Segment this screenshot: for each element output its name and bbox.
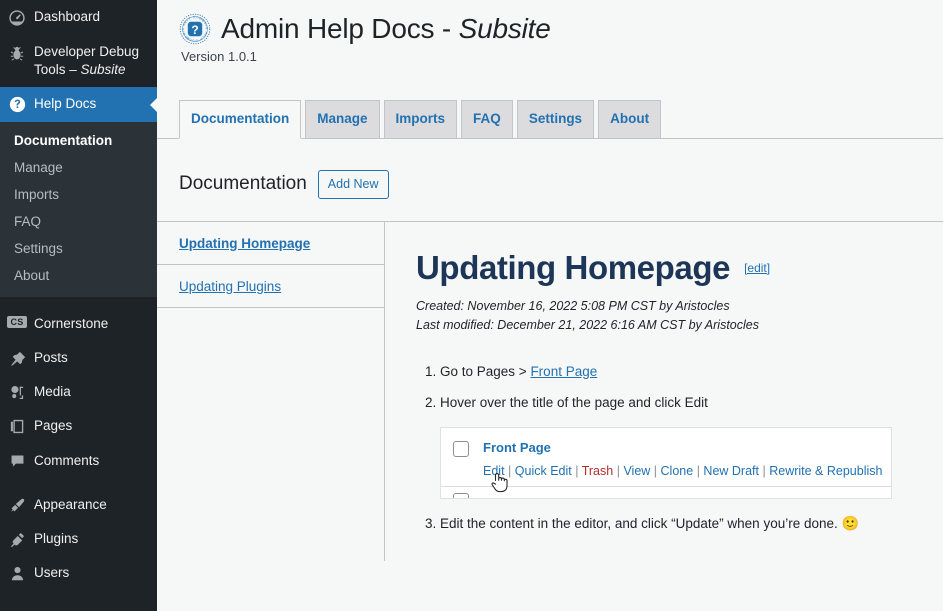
submenu-item-settings[interactable]: Settings bbox=[0, 235, 157, 262]
sidebar-item-cornerstone[interactable]: CS Cornerstone bbox=[0, 307, 157, 341]
admin-help-docs-seal-icon: ADMIN HELP DOCS ADMIN HELP DOCS ? bbox=[179, 13, 211, 45]
section-title: Documentation bbox=[179, 173, 307, 195]
sidebar-item-label: Appearance bbox=[34, 496, 115, 514]
sidebar-item-pages[interactable]: Pages bbox=[0, 409, 157, 443]
sidebar-item-label: Posts bbox=[34, 349, 76, 367]
submenu-item-documentation[interactable]: Documentation bbox=[0, 127, 157, 154]
submenu-item-faq[interactable]: FAQ bbox=[0, 208, 157, 235]
edit-link[interactable]: [edit] bbox=[744, 261, 770, 275]
sidebar-item-label: Plugins bbox=[34, 530, 86, 548]
sidebar-item-label: Dashboard bbox=[34, 8, 108, 26]
page-title: Admin Help Docs - Subsite bbox=[221, 13, 551, 45]
row-action-view[interactable]: View bbox=[623, 464, 650, 478]
action-separator: | bbox=[617, 464, 620, 478]
checkbox-icon-partial bbox=[453, 493, 469, 499]
row-action-edit[interactable]: Edit bbox=[483, 464, 505, 478]
row-action-quick-edit[interactable]: Quick Edit bbox=[515, 464, 572, 478]
step-3: Edit the content in the editor, and clic… bbox=[440, 513, 923, 534]
media-icon bbox=[0, 383, 34, 401]
sidebar-item-label: Users bbox=[34, 564, 77, 582]
embedded-screenshot: Front Page Edit | Quick Edit | Trash | V… bbox=[440, 427, 892, 499]
menu-separator bbox=[0, 297, 157, 307]
plugin-version: Version 1.0.1 bbox=[181, 49, 943, 64]
sidebar-item-label: Developer Debug Tools – Subsite bbox=[34, 43, 157, 79]
cs-badge-icon: CS bbox=[0, 315, 34, 329]
submenu-item-imports[interactable]: Imports bbox=[0, 181, 157, 208]
step-1: Go to Pages > Front Page bbox=[440, 362, 923, 382]
doc-created: Created: November 16, 2022 5:08 PM CST b… bbox=[416, 297, 923, 316]
sidebar-item-label: Comments bbox=[34, 452, 107, 470]
list-item[interactable]: Updating Homepage bbox=[157, 222, 384, 265]
sidebar-item-posts[interactable]: Posts bbox=[0, 341, 157, 375]
documentation-list: Updating Homepage Updating Plugins bbox=[157, 222, 385, 561]
doc-link-updating-plugins[interactable]: Updating Plugins bbox=[179, 279, 281, 294]
sidebar-item-label: Cornerstone bbox=[34, 315, 116, 333]
add-new-button[interactable]: Add New bbox=[318, 170, 389, 199]
plugin-header: ADMIN HELP DOCS ADMIN HELP DOCS ? Admin … bbox=[179, 0, 943, 45]
action-separator: | bbox=[697, 464, 700, 478]
active-menu-arrow-icon bbox=[150, 97, 157, 113]
sidebar-item-label: Help Docs bbox=[34, 95, 104, 113]
sidebar-item-dashboard[interactable]: Dashboard bbox=[0, 0, 157, 35]
sidebar-item-label: Media bbox=[34, 383, 79, 401]
dashboard-icon bbox=[0, 8, 34, 27]
tab-manage[interactable]: Manage bbox=[305, 100, 379, 138]
plug-icon bbox=[0, 530, 34, 548]
list-item[interactable]: Updating Plugins bbox=[157, 265, 384, 308]
sidebar-item-media[interactable]: Media bbox=[0, 375, 157, 409]
action-separator: | bbox=[508, 464, 511, 478]
comment-icon bbox=[0, 452, 34, 470]
action-separator: | bbox=[575, 464, 578, 478]
sidebar-item-help-docs[interactable]: Help Docs bbox=[0, 87, 157, 121]
sidebar-item-users[interactable]: Users bbox=[0, 556, 157, 590]
action-separator: | bbox=[762, 464, 765, 478]
row-action-rewrite-republish[interactable]: Rewrite & Republish bbox=[769, 464, 882, 478]
svg-text:?: ? bbox=[191, 23, 198, 37]
row-actions: Edit | Quick Edit | Trash | View | Clone… bbox=[483, 462, 882, 481]
doc-steps: Go to Pages > Front Page Hover over the … bbox=[416, 362, 923, 535]
smile-emoji-icon: 🙂 bbox=[842, 515, 859, 531]
doc-modified: Last modified: December 21, 2022 6:16 AM… bbox=[416, 316, 923, 335]
bug-icon bbox=[0, 43, 34, 62]
row-divider bbox=[441, 486, 891, 487]
sidebar-item-comments[interactable]: Comments bbox=[0, 444, 157, 478]
row-action-clone[interactable]: Clone bbox=[661, 464, 694, 478]
doc-title: Updating Homepage bbox=[416, 250, 730, 286]
sidebar-item-developer-debug-tools[interactable]: Developer Debug Tools – Subsite bbox=[0, 35, 157, 87]
documentation-panel: Updating Homepage Updating Plugins Updat… bbox=[157, 221, 943, 561]
pushpin-icon bbox=[0, 349, 34, 367]
menu-separator-2 bbox=[0, 478, 157, 488]
doc-meta: Created: November 16, 2022 5:08 PM CST b… bbox=[416, 297, 923, 336]
help-docs-submenu: Documentation Manage Imports FAQ Setting… bbox=[0, 122, 157, 297]
admin-sidebar: Dashboard Developer Debug Tools – Subsit… bbox=[0, 0, 157, 611]
front-page-link[interactable]: Front Page bbox=[530, 364, 597, 379]
row-action-trash[interactable]: Trash bbox=[582, 464, 614, 478]
tab-faq[interactable]: FAQ bbox=[461, 100, 513, 138]
screenshot-row-title[interactable]: Front Page bbox=[483, 440, 882, 456]
submenu-item-manage[interactable]: Manage bbox=[0, 154, 157, 181]
pages-icon bbox=[0, 417, 34, 435]
sidebar-item-plugins[interactable]: Plugins bbox=[0, 522, 157, 556]
help-circle-icon bbox=[0, 95, 34, 113]
sidebar-item-label: Pages bbox=[34, 417, 80, 435]
user-icon bbox=[0, 564, 34, 582]
action-separator: | bbox=[654, 464, 657, 478]
row-action-new-draft[interactable]: New Draft bbox=[703, 464, 759, 478]
step-2: Hover over the title of the page and cli… bbox=[440, 393, 923, 499]
tab-settings[interactable]: Settings bbox=[517, 100, 594, 138]
tab-documentation[interactable]: Documentation bbox=[179, 100, 301, 139]
checkbox-icon[interactable] bbox=[453, 441, 469, 457]
doc-link-updating-homepage[interactable]: Updating Homepage bbox=[179, 236, 310, 251]
main-content-area: ADMIN HELP DOCS ADMIN HELP DOCS ? Admin … bbox=[157, 0, 943, 611]
tab-about[interactable]: About bbox=[598, 100, 661, 138]
tab-imports[interactable]: Imports bbox=[384, 100, 458, 138]
tab-bar: DocumentationManageImportsFAQSettingsAbo… bbox=[157, 100, 943, 139]
sidebar-item-appearance[interactable]: Appearance bbox=[0, 488, 157, 522]
paintbrush-icon bbox=[0, 496, 34, 514]
submenu-item-about[interactable]: About bbox=[0, 262, 157, 289]
documentation-content: Updating Homepage [edit] Created: Novembe… bbox=[385, 222, 943, 561]
page-heading-row: Documentation Add New bbox=[157, 139, 943, 199]
